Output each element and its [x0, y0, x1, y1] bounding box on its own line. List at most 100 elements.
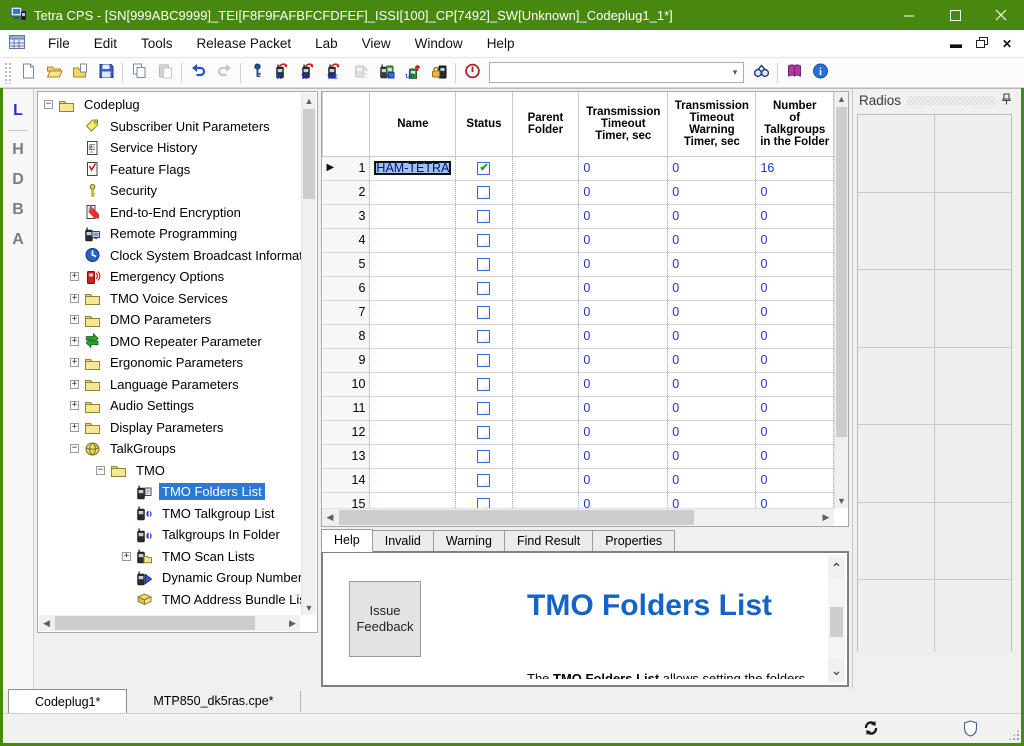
expand-icon[interactable]: +: [70, 401, 79, 410]
tree-item-service-history[interactable]: [i]Service History: [40, 137, 301, 159]
cell-talkgroup-count[interactable]: 0: [756, 300, 834, 324]
cell-parent-folder[interactable]: [512, 300, 579, 324]
cell-tx-timeout-timer[interactable]: 0: [579, 396, 668, 420]
copy-button[interactable]: [126, 60, 152, 86]
write-radio-button[interactable]: W: [296, 60, 322, 86]
tree-item-tmo-folders-list[interactable]: TMO Folders List: [40, 481, 301, 503]
issue-feedback-button[interactable]: Issue Feedback: [349, 581, 421, 657]
radio-slot[interactable]: [935, 193, 1011, 270]
menu-edit[interactable]: Edit: [82, 36, 129, 51]
cell-parent-folder[interactable]: [512, 156, 579, 180]
write-external-radio-button[interactable]: WE: [322, 60, 348, 86]
cell-talkgroup-count[interactable]: 0: [756, 348, 834, 372]
cell-tx-timeout-warning-timer[interactable]: 0: [668, 252, 756, 276]
cell-name[interactable]: [370, 180, 456, 204]
scroll-down-icon[interactable]: ▼: [302, 600, 316, 615]
expand-icon[interactable]: +: [70, 358, 79, 367]
menu-view[interactable]: View: [350, 36, 403, 51]
cell-parent-folder[interactable]: [512, 228, 579, 252]
read-radio-button[interactable]: R: [270, 60, 296, 86]
status-checkbox[interactable]: [477, 306, 490, 319]
tree-item-clock-system-broadcast-information[interactable]: Clock System Broadcast Information: [40, 245, 301, 267]
radios-panel-grip[interactable]: [907, 96, 995, 105]
cell-tx-timeout-timer[interactable]: 0: [579, 228, 668, 252]
cell-name[interactable]: [370, 300, 456, 324]
tree-vscroll-thumb[interactable]: [303, 109, 315, 199]
cell-tx-timeout-timer[interactable]: 0: [579, 300, 668, 324]
mdi-restore-icon[interactable]: [976, 37, 988, 51]
save-file-button[interactable]: [93, 60, 119, 86]
status-checkbox[interactable]: [477, 330, 490, 343]
radio-slot[interactable]: [858, 425, 934, 502]
document-tab-mtp850-dk5ras-cpe-[interactable]: MTP850_dk5ras.cpe*: [127, 691, 300, 712]
radio-slot[interactable]: [858, 503, 934, 580]
cell-name[interactable]: [370, 252, 456, 276]
tree-item-feature-flags[interactable]: Feature Flags: [40, 159, 301, 181]
expand-icon[interactable]: +: [70, 380, 79, 389]
compare-radio-button[interactable]: [374, 60, 400, 86]
cell-parent-folder[interactable]: [512, 420, 579, 444]
status-checkbox[interactable]: [477, 450, 490, 463]
tree-item-ergonomic-parameters[interactable]: +Ergonomic Parameters: [40, 352, 301, 374]
cell-talkgroup-count[interactable]: 0: [756, 492, 834, 508]
tree-item-dynamic-group-number-assignment[interactable]: Dynamic Group Number Assignment: [40, 567, 301, 589]
radio-slot[interactable]: [858, 580, 934, 657]
cell-tx-timeout-timer[interactable]: 0: [579, 420, 668, 444]
status-checkbox[interactable]: [477, 210, 490, 223]
tree-item-codeplug[interactable]: −Codeplug: [40, 94, 301, 116]
resize-grip[interactable]: [1008, 729, 1020, 741]
expand-icon[interactable]: +: [70, 337, 79, 346]
document-tab-codeplug1-[interactable]: Codeplug1*: [8, 689, 127, 713]
tree-vertical-scrollbar[interactable]: ▲ ▼: [301, 93, 316, 615]
column-header-name[interactable]: Name: [370, 92, 456, 156]
cell-parent-folder[interactable]: [512, 204, 579, 228]
lock-radio-button[interactable]: [426, 60, 452, 86]
status-checkbox[interactable]: [477, 186, 490, 199]
cell-tx-timeout-timer[interactable]: 0: [579, 156, 668, 180]
upgrade-radio-button[interactable]: UP: [400, 60, 426, 86]
cell-talkgroup-count[interactable]: 0: [756, 228, 834, 252]
undo-button[interactable]: [185, 60, 211, 86]
cell-talkgroup-count[interactable]: 0: [756, 396, 834, 420]
row-header[interactable]: 6: [323, 276, 370, 300]
radio-slot[interactable]: [935, 503, 1011, 580]
new-file-button[interactable]: [15, 60, 41, 86]
tree-item-subscriber-unit-parameters[interactable]: Subscriber Unit Parameters: [40, 116, 301, 138]
tree-item-tmo-talkgroup-list[interactable]: TMO Talkgroup List: [40, 503, 301, 525]
cell-talkgroup-count[interactable]: 16: [756, 156, 834, 180]
cell-tx-timeout-warning-timer[interactable]: 0: [668, 348, 756, 372]
cell-tx-timeout-timer[interactable]: 0: [579, 492, 668, 508]
scroll-down-icon[interactable]: ▼: [835, 494, 848, 508]
grid-horizontal-scrollbar[interactable]: ◀ ▶: [322, 508, 834, 526]
scroll-left-icon[interactable]: ◀: [322, 509, 338, 526]
menu-tools[interactable]: Tools: [129, 36, 185, 51]
cell-parent-folder[interactable]: [512, 468, 579, 492]
key-button[interactable]: [244, 60, 270, 86]
row-header[interactable]: 8: [323, 324, 370, 348]
status-checkbox[interactable]: [477, 402, 490, 415]
radio-slot[interactable]: [935, 348, 1011, 425]
grid-vscroll-thumb[interactable]: [836, 107, 847, 437]
cell-tx-timeout-timer[interactable]: 0: [579, 372, 668, 396]
tree-horizontal-scrollbar[interactable]: ◀ ▶: [39, 615, 300, 631]
help-book-button[interactable]: [781, 60, 807, 86]
cell-name[interactable]: [370, 324, 456, 348]
cell-tx-timeout-warning-timer[interactable]: 0: [668, 420, 756, 444]
row-header[interactable]: 7: [323, 300, 370, 324]
cell-name[interactable]: [370, 396, 456, 420]
cell-parent-folder[interactable]: [512, 444, 579, 468]
tab-properties[interactable]: Properties: [592, 530, 675, 551]
scroll-down-icon[interactable]: ⌄: [828, 659, 845, 681]
row-header[interactable]: 11: [323, 396, 370, 420]
cell-tx-timeout-warning-timer[interactable]: 0: [668, 156, 756, 180]
row-header[interactable]: 4: [323, 228, 370, 252]
dock-tab-l[interactable]: L: [3, 96, 33, 126]
radio-slot[interactable]: [858, 193, 934, 270]
radio-slot[interactable]: [935, 115, 1011, 192]
toolbar-grip[interactable]: [4, 62, 12, 84]
cell-name[interactable]: [370, 468, 456, 492]
tree-item-display-parameters[interactable]: +Display Parameters: [40, 417, 301, 439]
expand-icon[interactable]: +: [70, 423, 79, 432]
cell-tx-timeout-timer[interactable]: 0: [579, 468, 668, 492]
column-header-status[interactable]: Status: [456, 92, 512, 156]
